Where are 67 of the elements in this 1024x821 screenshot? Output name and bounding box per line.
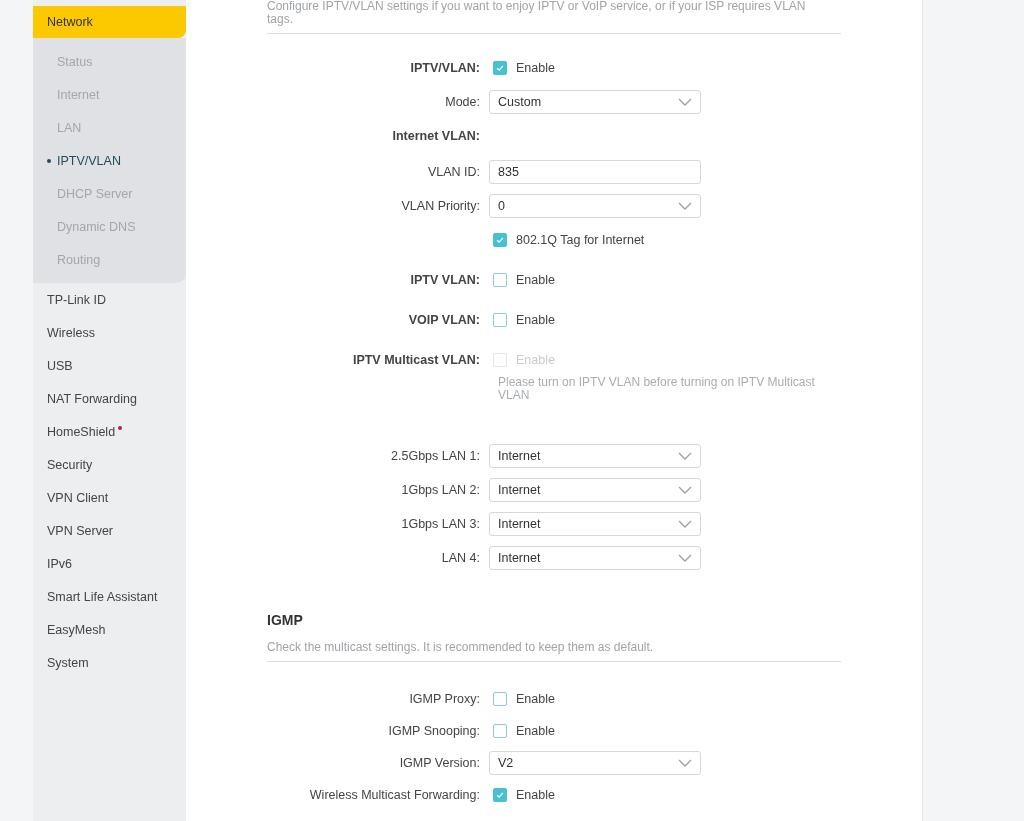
submenu-item[interactable]: IPTV/VLAN: [33, 144, 186, 177]
sidebar-item[interactable]: HomeShield: [47, 424, 116, 439]
chevron-down-icon: [678, 759, 692, 767]
checkbox-label[interactable]: 802.1Q Tag for Internet: [516, 233, 645, 247]
field-label: IPTV/VLAN:: [410, 61, 480, 75]
checkbox-label[interactable]: Enable: [516, 313, 555, 327]
checkmark-icon: [495, 790, 505, 800]
sidebar-item[interactable]: Wireless: [47, 325, 95, 340]
chevron-down-icon: [678, 202, 692, 210]
field-label: 1Gbps LAN 2:: [401, 483, 480, 497]
sidebar-item[interactable]: Smart Life Assistant: [47, 589, 158, 604]
dropdown[interactable]: Internet: [489, 512, 701, 536]
field-label: VOIP VLAN:: [408, 313, 480, 327]
checkbox-label[interactable]: Enable: [516, 61, 555, 75]
field-label: IGMP Version:: [399, 756, 480, 770]
dropdown[interactable]: Internet: [489, 478, 701, 502]
chevron-down-icon: [678, 520, 692, 528]
sidebar-item[interactable]: Network: [33, 6, 186, 38]
field-label: IGMP Proxy:: [409, 692, 480, 706]
field-label: 2.5Gbps LAN 1:: [391, 449, 480, 463]
dropdown[interactable]: V2: [489, 751, 701, 775]
hint-text: Please turn on IPTV VLAN before turning on IPTV Multicast VLAN: [498, 376, 816, 402]
dropdown[interactable]: 0: [489, 194, 701, 218]
checkbox[interactable]: [493, 273, 507, 287]
field-label: Internet VLAN:: [392, 129, 480, 143]
field-label: IPTV Multicast VLAN:: [352, 353, 480, 367]
checkbox-label[interactable]: Enable: [516, 692, 555, 706]
dropdown[interactable]: Custom: [489, 90, 701, 114]
chevron-down-icon: [678, 452, 692, 460]
field-label: LAN 4:: [441, 551, 480, 565]
field-label: Mode:: [445, 95, 480, 109]
chevron-down-icon: [678, 98, 692, 106]
checkbox[interactable]: [493, 788, 507, 802]
sidebar-item[interactable]: VPN Server: [47, 523, 113, 538]
checkbox[interactable]: [493, 724, 507, 738]
checkbox-label[interactable]: Enable: [516, 788, 555, 802]
sidebar-item[interactable]: System: [47, 655, 89, 670]
section-title: IGMP: [267, 612, 304, 628]
sidebar-item[interactable]: Security: [47, 457, 93, 472]
checkbox-label[interactable]: Enable: [516, 273, 555, 287]
field-label: VLAN Priority:: [401, 199, 480, 213]
section-description: Configure IPTV/VLAN settings if you want to enjoy IPTV or VoIP service, or if your ISP requires VLAN tags.: [267, 0, 807, 26]
field-label: 1Gbps LAN 3:: [401, 517, 480, 531]
checkmark-icon: [495, 63, 505, 73]
sidebar-item[interactable]: TP-Link ID: [47, 292, 107, 307]
sidebar-item[interactable]: USB: [47, 358, 73, 373]
field-label: IGMP Snooping:: [388, 724, 480, 738]
sidebar-item[interactable]: VPN Client: [47, 490, 109, 505]
checkbox[interactable]: [493, 692, 507, 706]
checkbox[interactable]: [493, 233, 507, 247]
checkbox[interactable]: [493, 313, 507, 327]
input-field[interactable]: 835: [489, 160, 701, 184]
sidebar-item[interactable]: IPv6: [47, 556, 72, 571]
section-description: Check the multicast settings. It is recommended to keep them as default.: [267, 641, 655, 654]
dropdown[interactable]: Internet: [489, 444, 701, 468]
bullet-icon: [47, 158, 51, 163]
chevron-down-icon: [678, 554, 692, 562]
field-label: Wireless Multicast Forwarding:: [309, 788, 480, 802]
checkmark-icon: [495, 235, 505, 245]
checkbox[interactable]: [493, 61, 507, 75]
field-label: IPTV VLAN:: [410, 273, 480, 287]
field-label: VLAN ID:: [427, 165, 480, 179]
chevron-down-icon: [678, 486, 692, 494]
checkbox-label[interactable]: Enable: [516, 724, 555, 738]
sidebar-item[interactable]: NAT Forwarding: [47, 391, 137, 406]
sidebar-item[interactable]: EasyMesh: [47, 622, 106, 637]
dropdown[interactable]: Internet: [489, 546, 701, 570]
